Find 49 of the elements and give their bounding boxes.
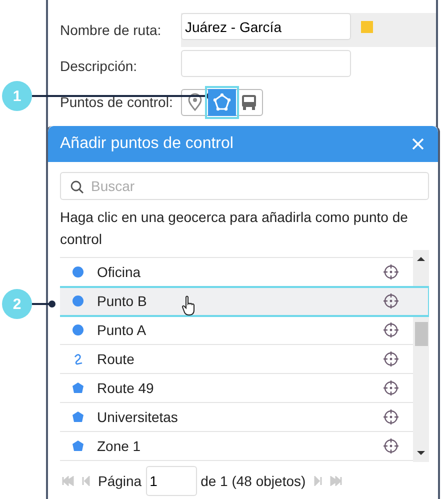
geofence-row[interactable]: Universitetas [60,403,413,432]
page-total: de 1 (48 objetos) [200,473,306,489]
page-label: Página [98,473,142,489]
pentagon-icon [212,92,232,112]
bus-icon [240,93,258,111]
geofence-name: Route [97,351,134,367]
description-input[interactable] [181,50,351,77]
circle-icon [72,266,84,278]
geofence-name: Universitetas [97,409,178,425]
page-input[interactable]: 1 [146,466,197,496]
crosshair-icon[interactable] [383,351,399,367]
search-field[interactable]: Buscar [60,172,429,200]
close-icon[interactable] [412,138,424,150]
geofence-name: Zone 1 [97,438,141,454]
geofence-row[interactable]: Punto B [60,287,429,316]
circle-icon [72,324,84,336]
polygon-icon [72,440,84,452]
polygon-icon [72,411,84,423]
geofence-row[interactable]: Punto A [60,316,413,345]
circle-icon [72,295,84,307]
geofence-row[interactable]: Route 49 [60,374,413,403]
pin-icon [187,93,203,111]
color-swatch[interactable] [361,21,373,33]
hint-text: Haga clic en una geocerca para añadirla como punto de control [60,208,409,249]
crosshair-icon[interactable] [383,380,399,396]
field-label: Puntos de control: [60,94,174,110]
leader-line [32,300,56,308]
crosshair-icon[interactable] [383,438,399,454]
field-label: Descripción: [60,58,138,74]
geofence-row[interactable]: Route [60,345,413,374]
geofence-name: Route 49 [97,380,154,396]
field-label: Nombre de ruta: [60,22,162,38]
crosshair-icon[interactable] [383,409,399,425]
geofence-name: Punto A [97,322,146,338]
geofence-name: Punto B [97,293,147,309]
polygon-icon [72,382,84,394]
crosshair-icon[interactable] [383,293,399,309]
route-name-input[interactable]: Juárez - García [181,13,351,40]
crosshair-icon[interactable] [383,264,399,280]
callout-badge: 2 [2,289,32,319]
scroll-down-icon[interactable] [417,450,425,456]
dialog-title: Añadir puntos de control [60,135,234,153]
crosshair-icon[interactable] [383,322,399,338]
callout-badge: 1 [2,81,32,111]
scroll-up-icon[interactable] [417,256,425,262]
scroll-thumb[interactable] [414,322,428,346]
geofence-name: Oficina [97,264,141,280]
squiggle-icon [72,353,84,365]
geofence-row[interactable]: Zone 1 [60,432,413,461]
